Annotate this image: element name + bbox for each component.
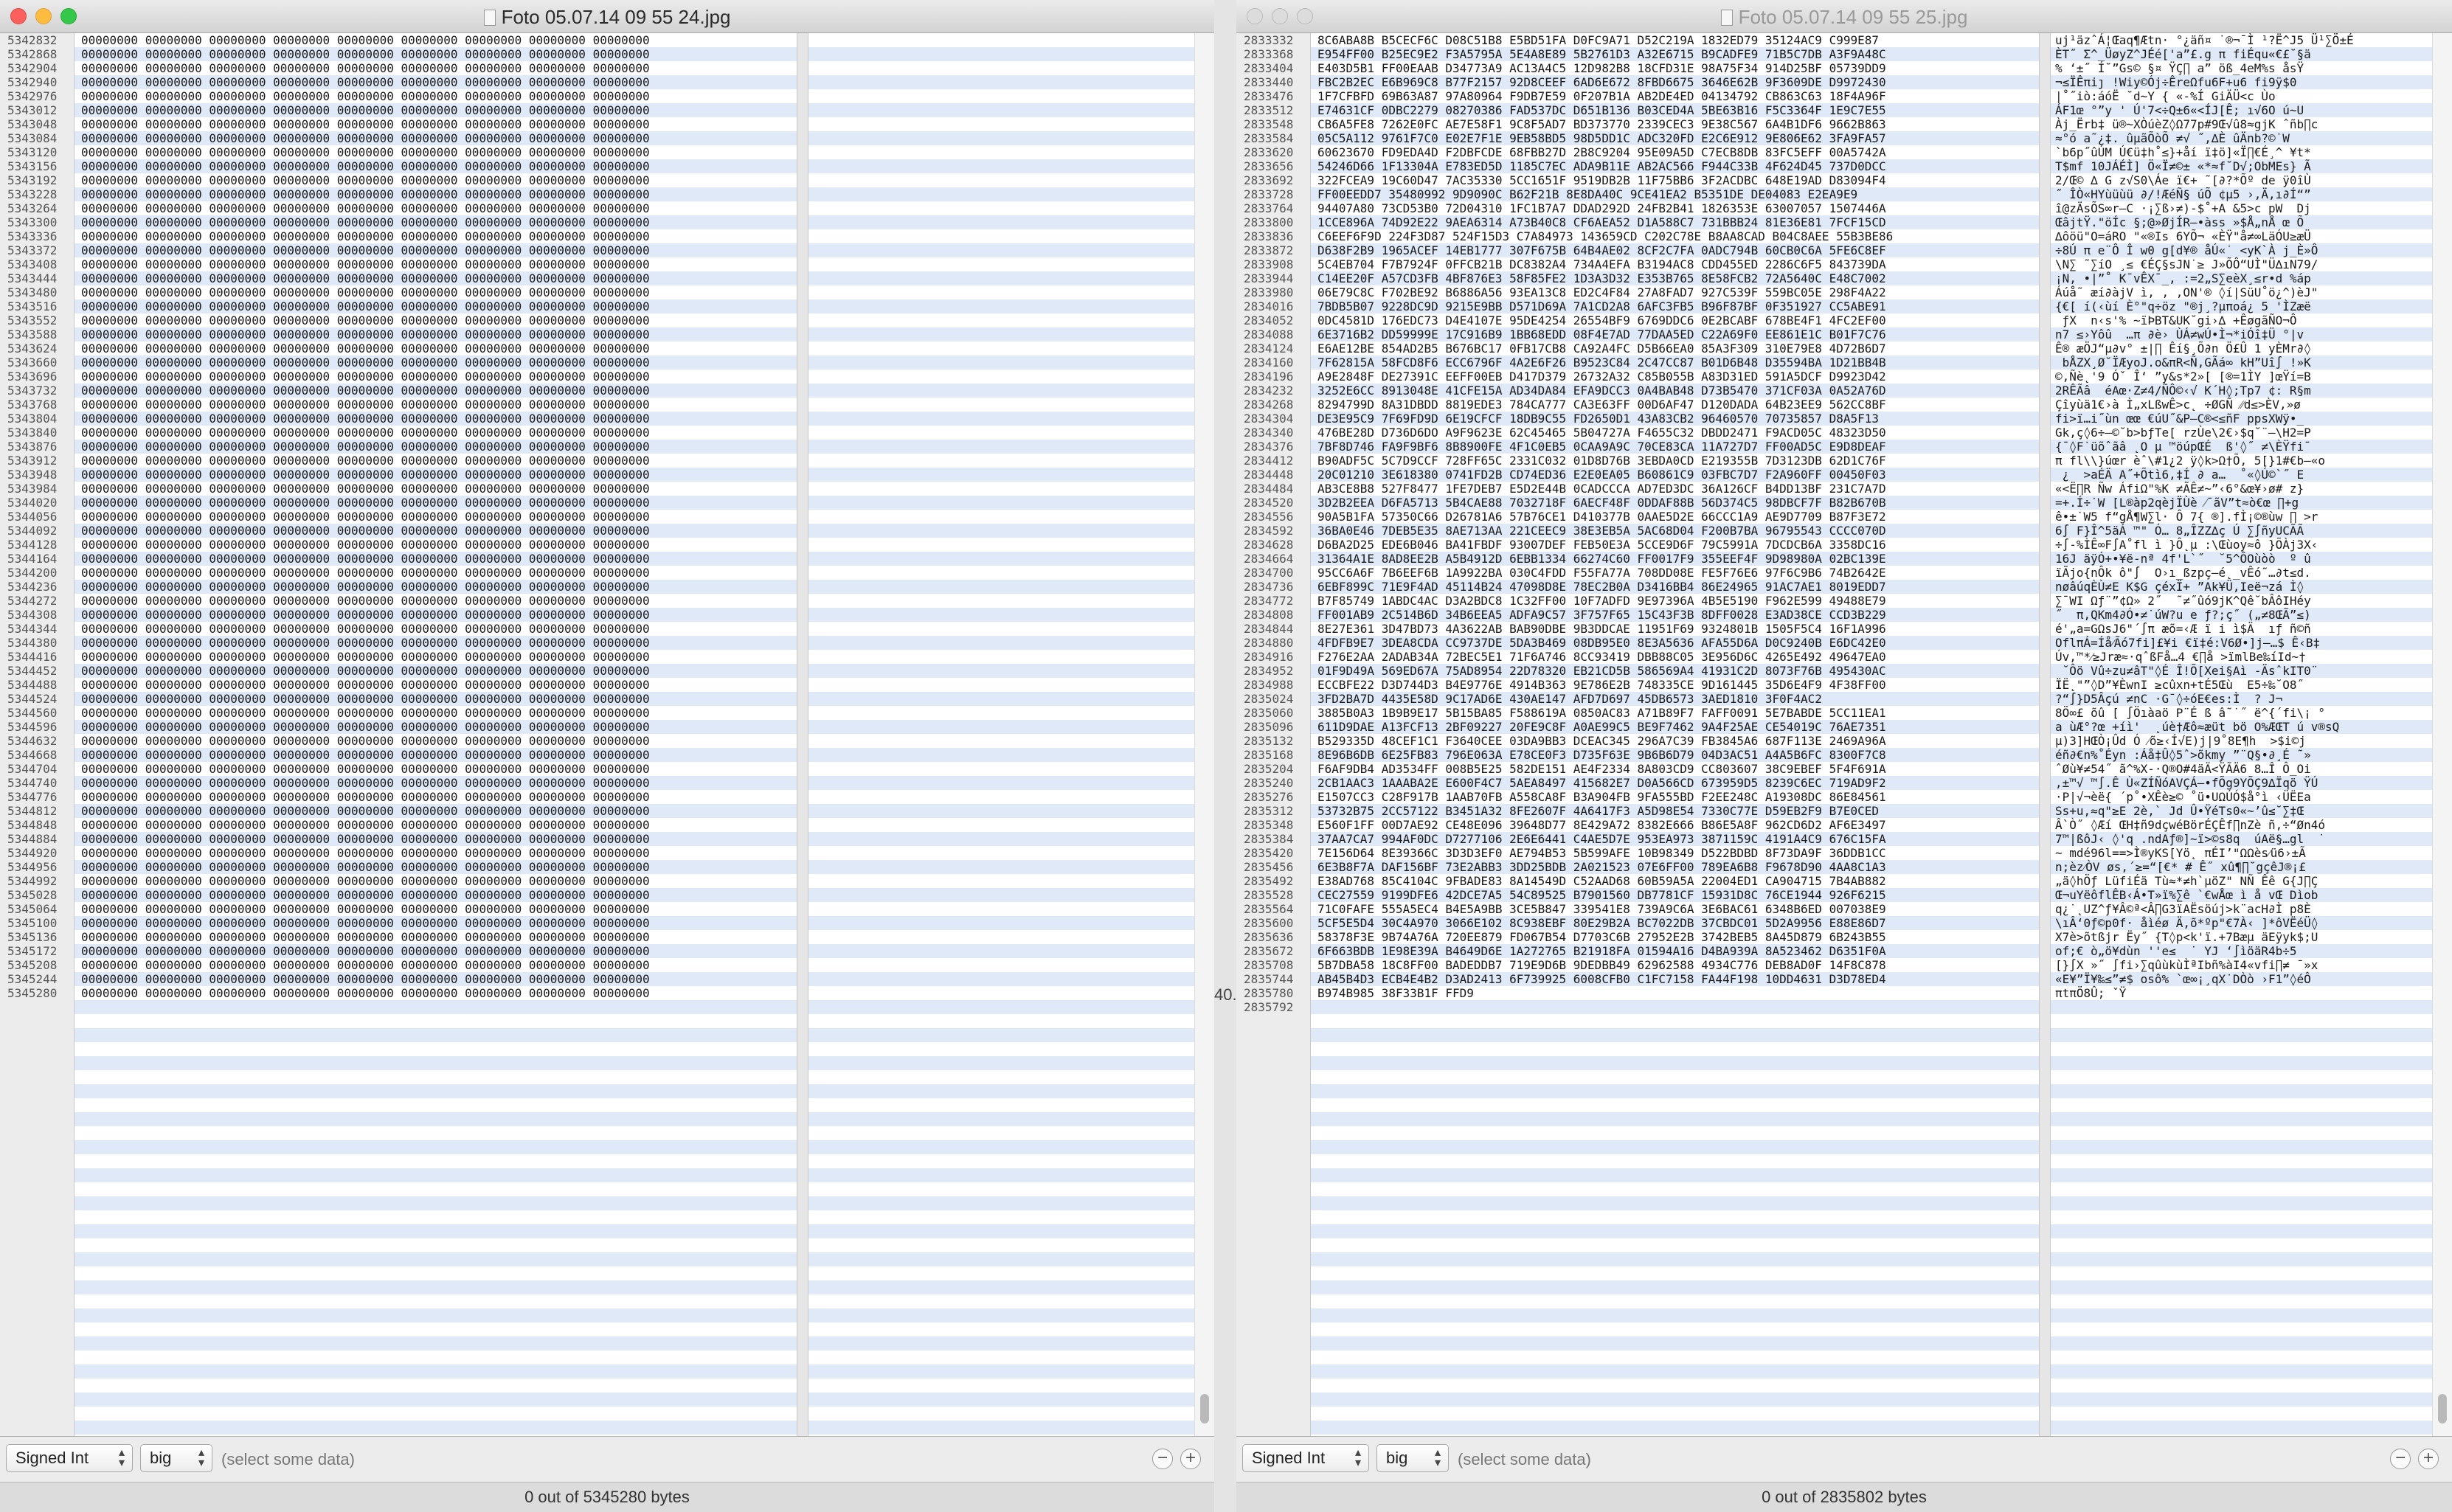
hex-text[interactable]: 8C6ABA8B B5CECF6C D08C51B8 E5BD51FA D0FC… — [1317, 33, 1893, 1000]
add-inspector-button[interactable]: + — [2418, 1449, 2439, 1469]
inspector-bar: Signed Int ▴ ▾ big ▴ ▾ (select some data) − … — [1236, 1436, 2452, 1482]
pane-divider[interactable] — [797, 33, 808, 1437]
remove-inspector-button[interactable]: − — [2390, 1449, 2411, 1469]
popup-arrows-icon: ▴ ▾ — [1354, 1446, 1361, 1469]
type-popup-label: Signed Int — [15, 1449, 89, 1467]
partial-label: 40. — [1214, 985, 1236, 1004]
type-popup-label: Signed Int — [1252, 1449, 1326, 1467]
scroll-thumb[interactable] — [2438, 1394, 2447, 1423]
window-title: Foto 05.07.14 09 55 25.jpg — [1236, 6, 2452, 29]
hex-view[interactable]: 2833332 2833368 2833404 2833440 2833476 … — [1236, 33, 2452, 1437]
window-title-text: Foto 05.07.14 09 55 24.jpg — [501, 6, 731, 28]
document-icon — [1720, 10, 1733, 26]
add-inspector-button[interactable]: + — [1180, 1449, 1201, 1469]
hex-view[interactable]: 5342832 5342868 5342904 5342940 5342976 … — [0, 33, 1214, 1437]
status-bar: 0 out of 5345280 bytes — [0, 1482, 1214, 1512]
selection-hint: (select some data) — [221, 1450, 355, 1468]
ascii-text[interactable]: uj¹äzˆÁ¦Œaq¶Ætn· °¿äñ¤ ˙®¬¯Ì ¹?Ë^J5 Ü¹∑Ö… — [2055, 33, 2354, 1000]
popup-arrows-icon: ▴ ▾ — [118, 1446, 125, 1469]
vertical-scrollbar[interactable] — [1194, 33, 1214, 1437]
right-title-bar[interactable]: Foto 05.07.14 09 55 25.jpg — [1236, 0, 2452, 33]
scroll-thumb[interactable] — [1200, 1394, 1209, 1423]
popup-arrows-icon: ▴ ▾ — [1434, 1446, 1441, 1469]
inspector-bar: Signed Int ▴ ▾ big ▴ ▾ (select some data) − … — [0, 1436, 1214, 1482]
endian-popup[interactable]: big ▴ ▾ — [1376, 1444, 1449, 1472]
left-title-bar[interactable]: Foto 05.07.14 09 55 24.jpg — [0, 0, 1214, 33]
window-title-text: Foto 05.07.14 09 55 25.jpg — [1738, 6, 1968, 28]
right-hex-window: Foto 05.07.14 09 55 25.jpg 2833332 28333… — [1236, 0, 2452, 1512]
left-hex-window: Foto 05.07.14 09 55 24.jpg 5342832 53428… — [0, 0, 1214, 1512]
popup-arrows-icon: ▴ ▾ — [198, 1446, 204, 1469]
offset-text: 2833332 2833368 2833404 2833440 2833476 … — [1244, 33, 1294, 1014]
hex-text[interactable]: 00000000 00000000 00000000 00000000 0000… — [81, 33, 650, 1000]
selection-hint: (select some data) — [1458, 1450, 1591, 1468]
type-popup[interactable]: Signed Int ▴ ▾ — [6, 1444, 133, 1472]
offset-text: 5342832 5342868 5342904 5342940 5342976 … — [7, 33, 58, 1000]
pane-divider[interactable] — [2039, 33, 2051, 1437]
endian-popup-label: big — [150, 1449, 172, 1467]
endian-popup-label: big — [1386, 1449, 1408, 1467]
vertical-scrollbar[interactable] — [2432, 33, 2452, 1437]
endian-popup[interactable]: big ▴ ▾ — [140, 1444, 212, 1472]
status-bar: 0 out of 2835802 bytes — [1236, 1482, 2452, 1512]
document-icon — [483, 10, 496, 26]
type-popup[interactable]: Signed Int ▴ ▾ — [1242, 1444, 1369, 1472]
window-title: Foto 05.07.14 09 55 24.jpg — [0, 6, 1214, 29]
remove-inspector-button[interactable]: − — [1152, 1449, 1173, 1469]
